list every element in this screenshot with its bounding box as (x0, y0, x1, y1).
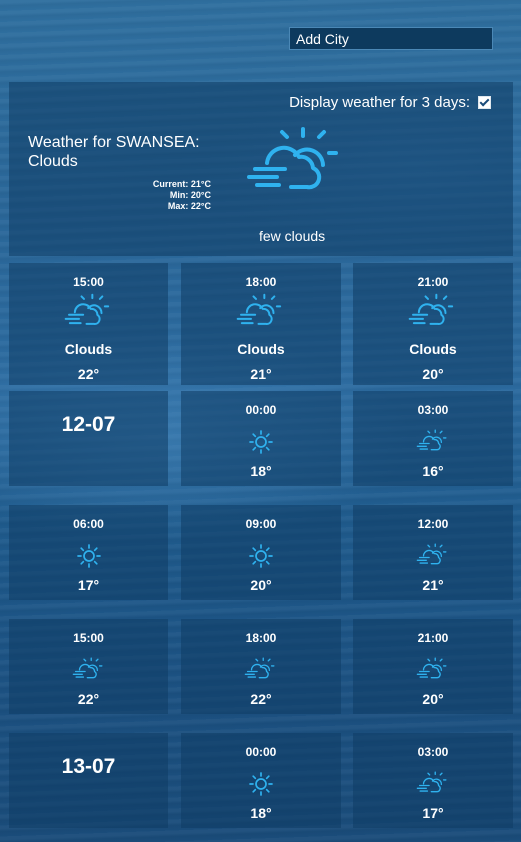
hour-label: 09:00 (245, 517, 277, 531)
cloud-sun-wind-icon (9, 293, 168, 329)
current-condition: Clouds (28, 153, 78, 170)
sun-icon (181, 772, 341, 796)
sun-icon (9, 544, 168, 568)
hour-label: 03:00 (417, 403, 449, 417)
cloud-sun-wind-icon (181, 657, 341, 681)
forecast-card: 12:00 21° (353, 505, 513, 600)
hour-label: 15:00 (73, 631, 104, 645)
min-temp: Min: 20°C (169, 190, 211, 200)
city-title: Weather for SWANSEA: (28, 134, 200, 151)
weather-description: few clouds (259, 228, 326, 244)
cloud-sun-wind-icon (353, 543, 513, 567)
cloud-sun-wind-icon (353, 657, 513, 681)
hour-label: 18:00 (245, 631, 277, 645)
cloud-sun-wind-icon (353, 771, 513, 795)
hour-label: 15:00 (73, 275, 104, 289)
temperature-label: 22° (250, 691, 272, 707)
forecast-card: 21:00 20° (353, 619, 513, 714)
hour-label: 00:00 (245, 745, 277, 759)
hour-label: 06:00 (73, 517, 104, 531)
temperature-label: 20° (422, 366, 444, 382)
cloud-sun-wind-icon (353, 429, 513, 453)
forecast-card: 00:00 18° (181, 733, 341, 828)
temperature-label: 16° (422, 463, 444, 479)
hour-label: 21:00 (417, 631, 449, 645)
forecast-card: 03:00 16° (353, 391, 513, 486)
hourly-card: 15:00 Clouds 22° (9, 263, 168, 385)
date-card: 12-07 (9, 391, 168, 486)
sun-icon (181, 430, 341, 454)
condition-label: Clouds (64, 341, 113, 357)
sun-icon (181, 544, 341, 568)
forecast-card: 18:00 22° (181, 619, 341, 714)
hour-label: 21:00 (417, 275, 449, 289)
temperature-summary: Current: 21°C Min: 20°C Max: 22°C (119, 179, 211, 212)
forecast-card: 03:00 17° (353, 733, 513, 828)
forecast-card: 06:00 17° (9, 505, 168, 600)
temperature-label: 21° (250, 366, 272, 382)
cloud-sun-wind-icon (245, 125, 349, 202)
hour-label: 18:00 (245, 275, 277, 289)
three-day-toggle-label: Display weather for 3 days: (289, 94, 470, 111)
temperature-label: 18° (250, 805, 272, 821)
temperature-label: 20° (422, 691, 444, 707)
temperature-label: 17° (422, 805, 444, 821)
max-temp: Max: 22°C (167, 201, 211, 211)
temperature-label: 22° (77, 366, 100, 382)
cloud-sun-wind-icon (9, 657, 168, 681)
temperature-label: 20° (250, 577, 272, 593)
three-day-toggle[interactable]: Display weather for 3 days: (289, 94, 491, 111)
weather-title: Weather for SWANSEA: Clouds (28, 133, 200, 171)
temperature-label: 18° (250, 463, 272, 479)
temperature-label: 22° (77, 691, 100, 707)
date-card: 13-07 (9, 733, 168, 828)
date-label: 13-07 (61, 755, 116, 778)
hourly-card: 18:00 Clouds 21° (181, 263, 341, 385)
condition-label: Clouds (237, 341, 285, 357)
hour-label: 00:00 (245, 403, 277, 417)
hour-label: 03:00 (417, 745, 449, 759)
forecast-card: 09:00 20° (181, 505, 341, 600)
cloud-sun-wind-icon (181, 293, 341, 329)
temperature-label: 21° (422, 577, 444, 593)
forecast-card: 00:00 18° (181, 391, 341, 486)
cloud-sun-wind-icon (353, 293, 513, 329)
current-weather-panel: Display weather for 3 days: Weather for … (9, 82, 513, 256)
condition-label: Clouds (409, 341, 457, 357)
current-temp: Current: 21°C (152, 179, 211, 189)
temperature-label: 17° (77, 577, 100, 593)
forecast-card: 15:00 22° (9, 619, 168, 714)
hour-label: 12:00 (417, 517, 449, 531)
three-day-checkbox[interactable] (478, 96, 491, 109)
date-label: 12-07 (61, 413, 116, 436)
add-city-input[interactable] (289, 27, 493, 50)
hourly-card: 21:00 Clouds 20° (353, 263, 513, 385)
